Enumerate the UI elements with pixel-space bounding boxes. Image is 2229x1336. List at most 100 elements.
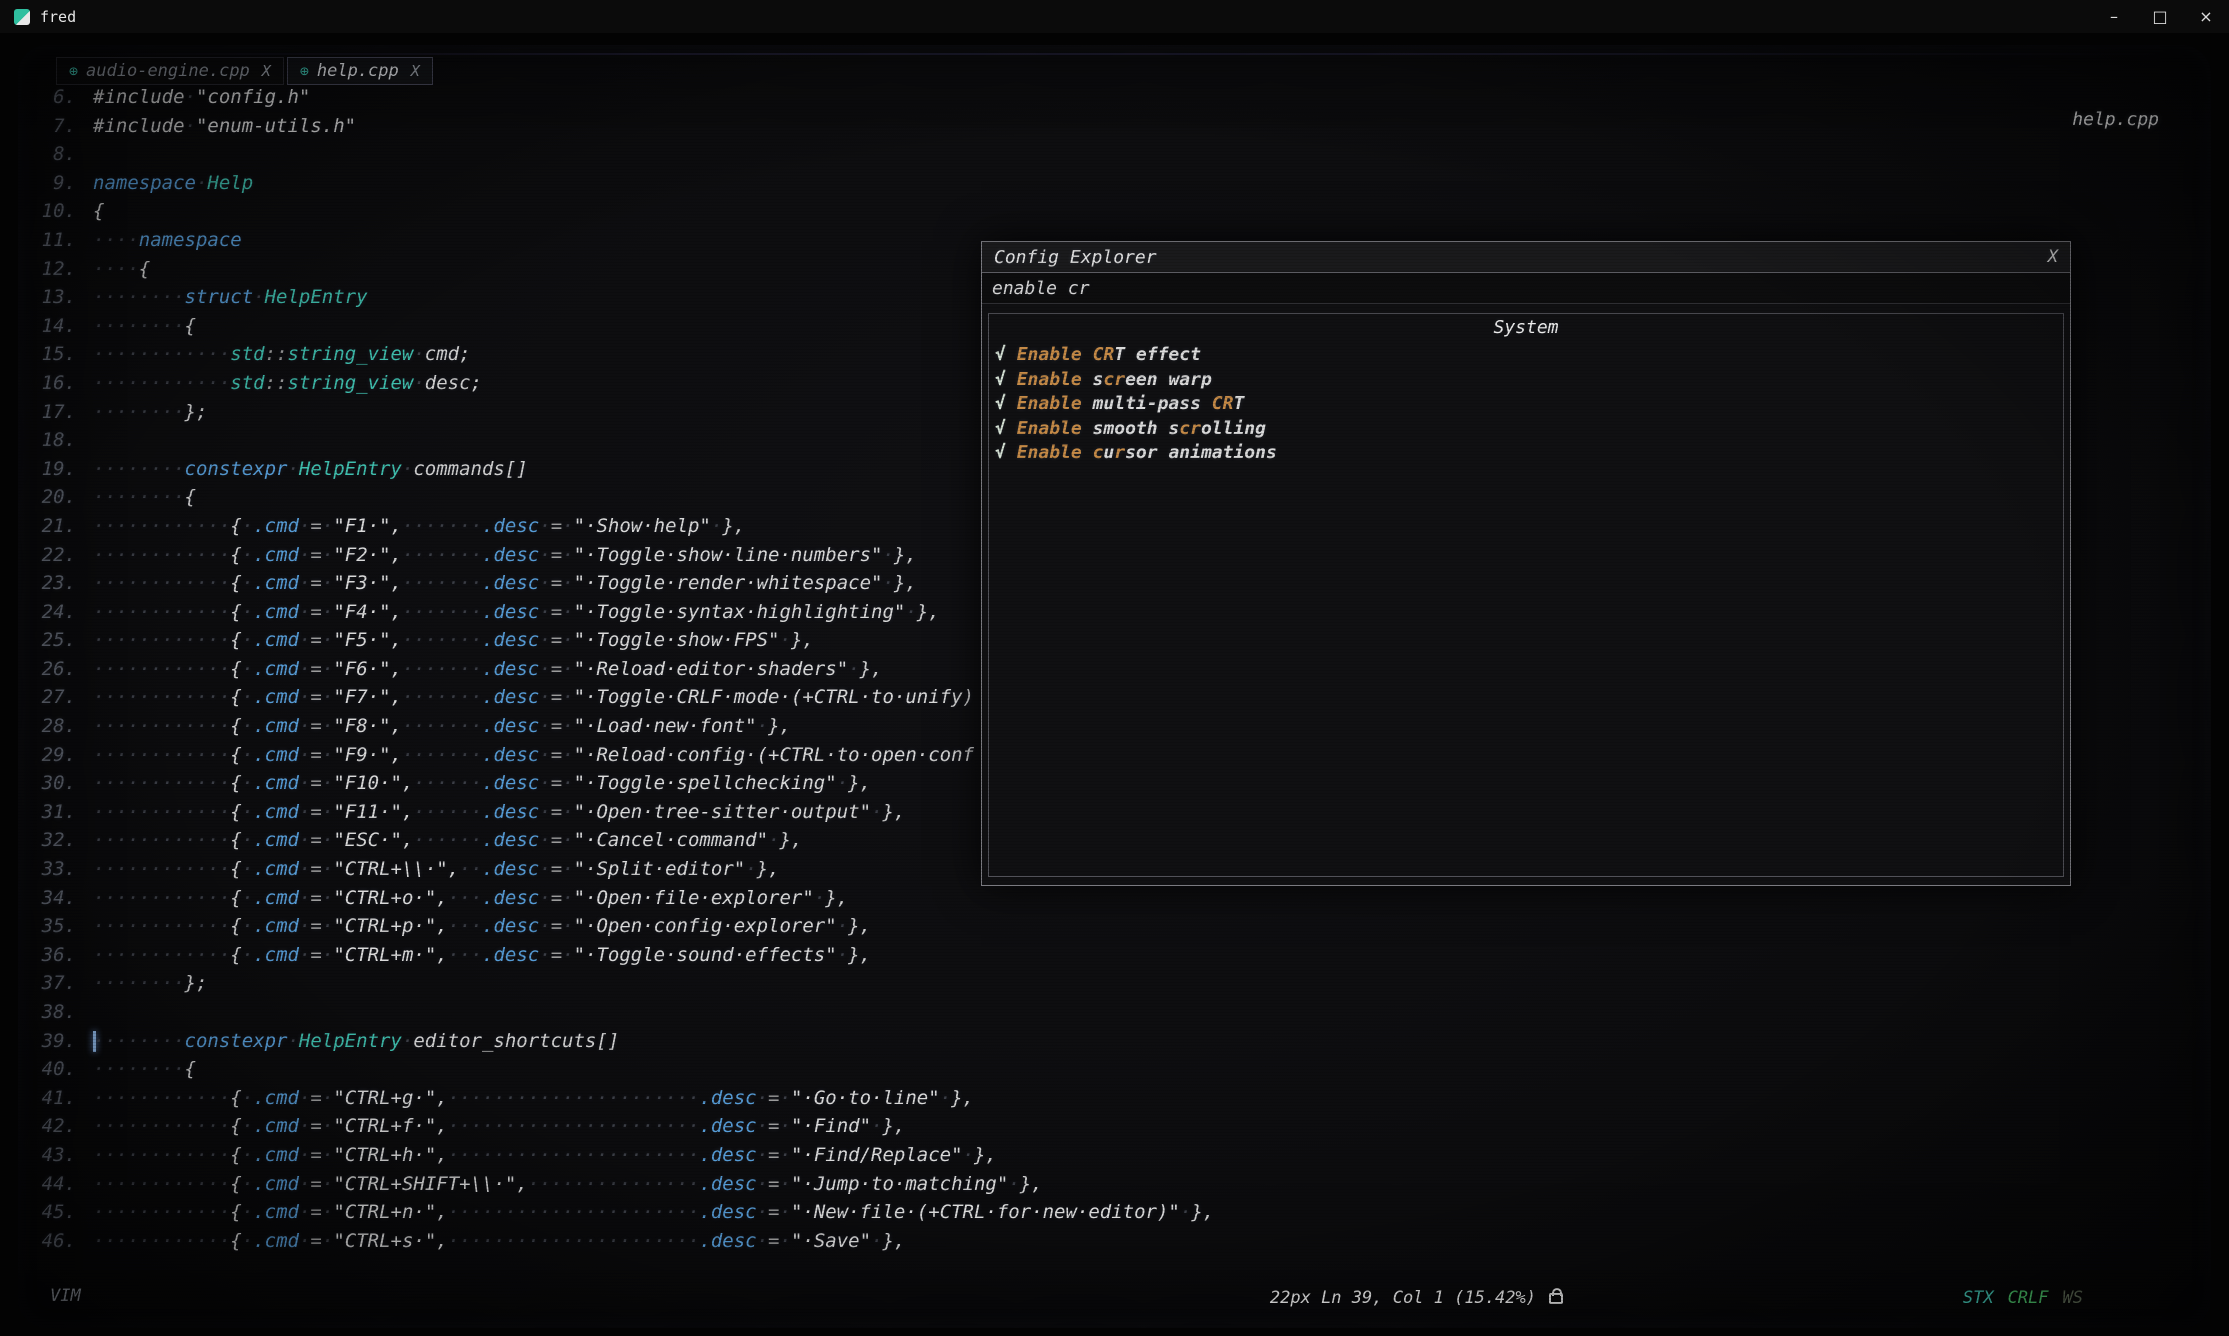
token: · (539, 744, 550, 766)
token: cmd; (425, 343, 471, 365)
token: = (310, 601, 321, 623)
code-text: ············{·.cmd·=·"CTRL+f·",·········… (93, 1112, 905, 1141)
token: = (310, 744, 321, 766)
token: editor_shortcuts[] (413, 1030, 619, 1052)
line-number: 32. (28, 826, 76, 855)
close-icon[interactable]: X (2048, 247, 2058, 267)
checkbox-checked-icon[interactable]: √ (995, 369, 1017, 390)
token: · (299, 601, 310, 623)
token: · (539, 858, 550, 880)
code-text: ············{·.cmd·=·"CTRL+o·",···.desc·… (93, 884, 848, 913)
config-option[interactable]: √ Enable CRT effect (995, 343, 2057, 368)
token: = (310, 572, 321, 594)
token: { (230, 829, 241, 851)
token: · (539, 658, 550, 680)
code-line[interactable]: 10.{ (28, 197, 2207, 226)
token: { (230, 572, 241, 594)
code-text: ············std::string_view·desc; (93, 369, 482, 398)
token: namespace (139, 229, 242, 251)
code-line[interactable]: 41.············{·.cmd·=·"CTRL+g·",······… (28, 1084, 2207, 1113)
tab-close-button[interactable]: X (262, 62, 271, 80)
code-line[interactable]: 36.············{·.cmd·=·"CTRL+m·",···.de… (28, 941, 2207, 970)
code-line[interactable]: 9.namespace·Help (28, 169, 2207, 198)
app-icon (14, 9, 30, 25)
token: "·Toggle·render·whitespace" (574, 572, 883, 594)
token: · (299, 858, 310, 880)
config-search-input[interactable]: enable cr (982, 273, 2070, 304)
tab-close-button[interactable]: X (411, 62, 420, 80)
code-line[interactable]: 34.············{·.cmd·=·"CTRL+o·",···.de… (28, 884, 2207, 913)
code-line[interactable]: 6.#include·"config.h" (28, 83, 2207, 112)
code-line[interactable]: 44.············{·.cmd·=·"CTRL+SHIFT+\\·"… (28, 1170, 2207, 1199)
token: · (402, 1030, 413, 1052)
checkbox-checked-icon[interactable]: √ (995, 418, 1017, 439)
token: .desc (482, 944, 539, 966)
line-number: 44. (28, 1170, 76, 1199)
token: · (711, 515, 722, 537)
token: string_view (288, 343, 414, 365)
code-line[interactable]: 46.············{·.cmd·=·"CTRL+s·",······… (28, 1227, 2207, 1256)
tab-help.cpp[interactable]: ⊕help.cppX (287, 57, 433, 85)
checkbox-checked-icon[interactable]: √ (995, 344, 1017, 365)
option-label-segment (1082, 442, 1093, 463)
token: "·Jump·to·matching" (791, 1173, 1008, 1195)
minimize-button[interactable]: – (2091, 0, 2137, 33)
token: · (562, 601, 573, 623)
token: { (230, 1173, 241, 1195)
status-flag-stx: STX (1963, 1288, 1994, 1308)
checkbox-checked-icon[interactable]: √ (995, 393, 1017, 414)
code-line[interactable]: 37.········}; (28, 969, 2207, 998)
code-line[interactable]: 7.#include·"enum-utils.h" (28, 112, 2207, 141)
token: = (310, 1115, 321, 1137)
option-label-segment: c (1093, 442, 1104, 463)
token: · (757, 1144, 768, 1166)
token: "·Load·new·font" (574, 715, 757, 737)
token: ······ (413, 829, 482, 851)
token: · (757, 1201, 768, 1223)
cpp-file-icon: ⊕ (69, 62, 78, 80)
token: .cmd (253, 1173, 299, 1195)
code-line[interactable]: 38. (28, 998, 2207, 1027)
option-label-segment: cr (1103, 369, 1125, 390)
tab-audio-engine.cpp[interactable]: ⊕audio-engine.cppX (56, 57, 284, 85)
maximize-button[interactable]: □ (2137, 0, 2183, 33)
code-line[interactable]: 42.············{·.cmd·=·"CTRL+f·",······… (28, 1112, 2207, 1141)
code-line[interactable]: 39.········constexpr·HelpEntry·editor_sh… (28, 1027, 2207, 1056)
code-line[interactable]: 40.········{ (28, 1055, 2207, 1084)
option-label-segment: sor animations (1125, 442, 1277, 463)
token: · (562, 772, 573, 794)
close-icon: × (2199, 9, 2212, 25)
token: ············ (93, 372, 230, 394)
token: · (322, 944, 333, 966)
code-line[interactable]: 45.············{·.cmd·=·"CTRL+n·",······… (28, 1198, 2207, 1227)
line-number: 31. (28, 798, 76, 827)
code-line[interactable]: 35.············{·.cmd·=·"CTRL+p·",···.de… (28, 912, 2207, 941)
code-line[interactable]: 43.············{·.cmd·=·"CTRL+h·",······… (28, 1141, 2207, 1170)
token: "F11·", (333, 801, 413, 823)
token: = (310, 515, 321, 537)
config-option[interactable]: √ Enable cursor animations (995, 441, 2057, 466)
option-label-segment: CR (1212, 393, 1234, 414)
line-number: 41. (28, 1084, 76, 1113)
token: }, (894, 572, 917, 594)
checkbox-checked-icon[interactable]: √ (995, 442, 1017, 463)
close-button[interactable]: × (2183, 0, 2229, 33)
token: ···· (93, 229, 139, 251)
token: · (299, 572, 310, 594)
token: .cmd (253, 1144, 299, 1166)
token: .cmd (253, 1230, 299, 1252)
token: · (322, 544, 333, 566)
line-number: 8. (28, 140, 76, 169)
token: · (299, 744, 310, 766)
config-option[interactable]: √ Enable screen warp (995, 368, 2057, 393)
token: { (230, 1115, 241, 1137)
token: = (768, 1173, 779, 1195)
crt-top-glow (18, 53, 2211, 55)
token: .cmd (253, 772, 299, 794)
code-text: ············{·.cmd·=·"F4·",·······.desc·… (93, 598, 940, 627)
option-label-segment: Enable (1017, 442, 1082, 463)
code-line[interactable]: 8. (28, 140, 2207, 169)
token: · (242, 744, 253, 766)
config-option[interactable]: √ Enable smooth scrolling (995, 417, 2057, 442)
config-option[interactable]: √ Enable multi-pass CRT (995, 392, 2057, 417)
